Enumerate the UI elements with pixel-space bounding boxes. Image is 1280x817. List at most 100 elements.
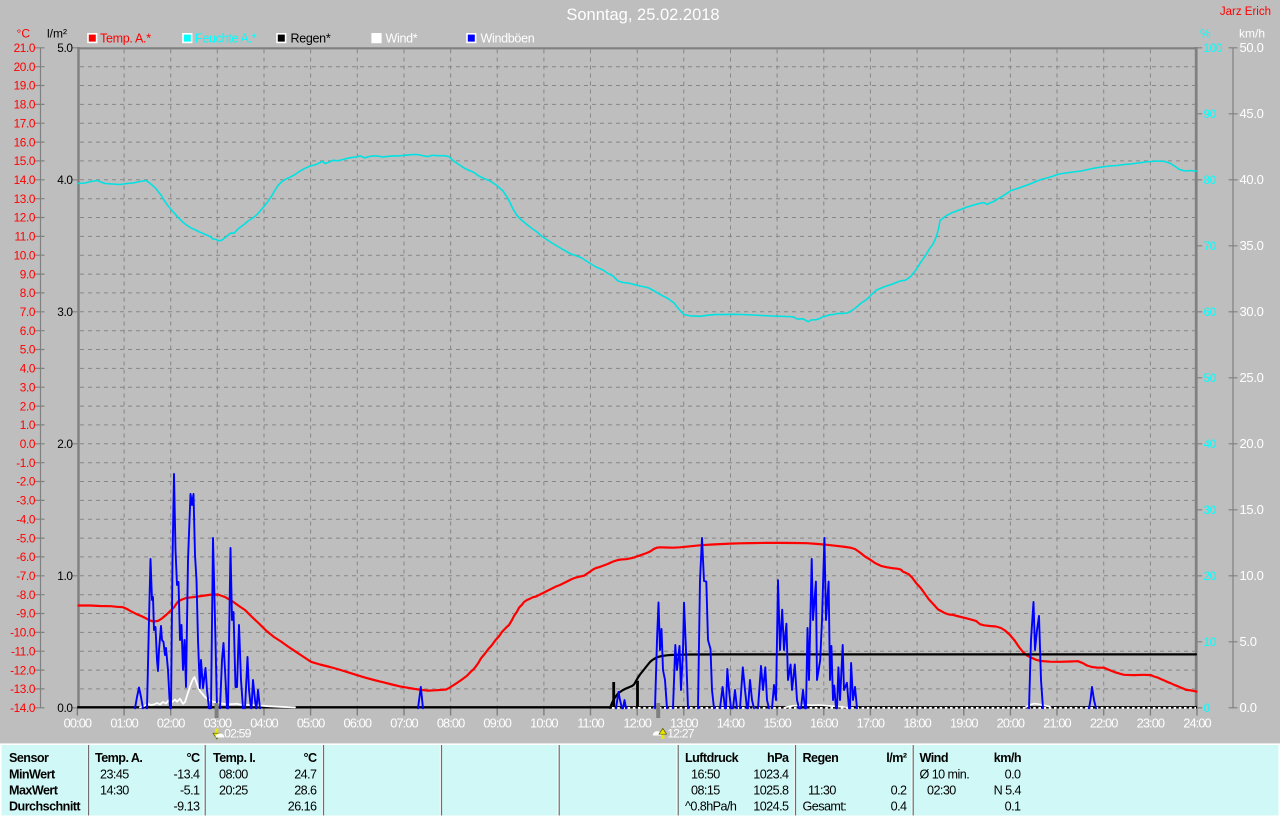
- svg-text:8.0: 8.0: [20, 286, 36, 300]
- svg-text:1024.5: 1024.5: [753, 799, 789, 813]
- svg-text:28.6: 28.6: [294, 783, 317, 797]
- svg-text:4.0: 4.0: [20, 362, 36, 376]
- svg-text:0.1: 0.1: [1005, 799, 1021, 813]
- svg-text:45.0: 45.0: [1240, 106, 1264, 121]
- svg-text:-1.0: -1.0: [16, 456, 36, 470]
- svg-text:^0.8hPa/h: ^0.8hPa/h: [685, 799, 737, 813]
- svg-text:08:15: 08:15: [691, 783, 720, 797]
- svg-text:-14.0: -14.0: [10, 701, 36, 715]
- svg-text:-6.0: -6.0: [16, 550, 36, 564]
- svg-text:l/m²: l/m²: [47, 27, 67, 41]
- svg-text:-9.13: -9.13: [174, 799, 201, 813]
- svg-text:60: 60: [1204, 305, 1217, 319]
- svg-text:24.7: 24.7: [294, 767, 317, 781]
- svg-text:-13.0: -13.0: [10, 682, 36, 696]
- svg-text:04:00: 04:00: [250, 716, 278, 731]
- svg-text:02:00: 02:00: [157, 716, 185, 731]
- svg-text:-13.4: -13.4: [174, 767, 201, 781]
- svg-text:-7.0: -7.0: [16, 569, 36, 583]
- svg-text:°C: °C: [303, 751, 316, 765]
- svg-text:05:00: 05:00: [297, 716, 325, 731]
- svg-text:-9.0: -9.0: [16, 607, 36, 621]
- svg-text:l/m²: l/m²: [886, 751, 907, 765]
- svg-text:25.0: 25.0: [1240, 370, 1264, 385]
- svg-text:-12.0: -12.0: [10, 663, 36, 677]
- svg-text:17:00: 17:00: [857, 716, 885, 731]
- svg-text:3.0: 3.0: [57, 305, 73, 319]
- svg-text:40.0: 40.0: [1240, 172, 1264, 187]
- svg-text:23:45: 23:45: [100, 767, 129, 781]
- svg-text:15:00: 15:00: [763, 716, 791, 731]
- svg-text:20.0: 20.0: [1240, 436, 1264, 451]
- svg-text:Regen: Regen: [803, 751, 839, 765]
- svg-text:18.0: 18.0: [14, 98, 36, 112]
- svg-text:100: 100: [1204, 41, 1223, 55]
- svg-text:06:00: 06:00: [344, 716, 372, 731]
- svg-text:Durchschnitt: Durchschnitt: [9, 799, 81, 813]
- svg-text:-4.0: -4.0: [16, 512, 36, 526]
- svg-text:-5.0: -5.0: [16, 531, 36, 545]
- svg-text:Feuchte A.*: Feuchte A.*: [195, 32, 257, 46]
- svg-text:Regen*: Regen*: [291, 32, 331, 46]
- svg-text:30: 30: [1204, 503, 1217, 517]
- svg-text:26.16: 26.16: [288, 799, 317, 813]
- svg-text:13.0: 13.0: [14, 192, 36, 206]
- svg-text:02:59: 02:59: [224, 727, 252, 741]
- svg-text:90: 90: [1204, 107, 1217, 121]
- svg-text:20:25: 20:25: [219, 783, 248, 797]
- svg-text:11.0: 11.0: [15, 230, 36, 244]
- svg-text:24:00: 24:00: [1183, 716, 1211, 731]
- svg-text:16.0: 16.0: [14, 135, 36, 149]
- svg-text:Wind: Wind: [920, 751, 948, 765]
- svg-text:Temp. I.: Temp. I.: [213, 751, 255, 765]
- svg-text:1.0: 1.0: [20, 418, 36, 432]
- svg-text:50.0: 50.0: [1240, 40, 1264, 55]
- svg-text:15.0: 15.0: [14, 154, 36, 168]
- svg-text:0.0: 0.0: [20, 437, 36, 451]
- svg-text:9.0: 9.0: [20, 267, 36, 281]
- svg-text:15.0: 15.0: [1240, 502, 1264, 517]
- svg-text:-2.0: -2.0: [16, 475, 36, 489]
- svg-text:30.0: 30.0: [1240, 304, 1264, 319]
- svg-text:MaxWert: MaxWert: [9, 783, 59, 797]
- svg-text:18:00: 18:00: [903, 716, 931, 731]
- svg-text:4.0: 4.0: [57, 173, 73, 187]
- svg-text:10: 10: [1204, 635, 1217, 649]
- svg-text:-8.0: -8.0: [16, 588, 36, 602]
- svg-text:°C: °C: [17, 27, 31, 41]
- svg-text:01:00: 01:00: [110, 716, 138, 731]
- svg-text:hPa: hPa: [767, 751, 790, 765]
- svg-text:-3.0: -3.0: [16, 494, 36, 508]
- svg-text:80: 80: [1204, 173, 1217, 187]
- svg-text:2.0: 2.0: [57, 437, 73, 451]
- svg-text:08:00: 08:00: [437, 716, 465, 731]
- svg-text:%: %: [1200, 27, 1211, 41]
- svg-text:-11.0: -11.0: [11, 644, 36, 658]
- svg-text:Windböen: Windböen: [481, 32, 535, 46]
- svg-text:12:00: 12:00: [623, 716, 651, 731]
- svg-text:5.0: 5.0: [57, 41, 73, 55]
- svg-text:14.0: 14.0: [14, 173, 36, 187]
- svg-text:0.4: 0.4: [891, 799, 907, 813]
- svg-text:09:00: 09:00: [483, 716, 511, 731]
- svg-text:11:30: 11:30: [808, 783, 836, 797]
- svg-text:km/h: km/h: [1239, 27, 1265, 41]
- svg-text:0.2: 0.2: [891, 783, 907, 797]
- svg-text:Sonntag, 25.02.2018: Sonntag, 25.02.2018: [566, 6, 719, 24]
- svg-text:10:00: 10:00: [530, 716, 558, 731]
- svg-text:Gesamt:: Gesamt:: [803, 799, 847, 813]
- svg-text:0.0: 0.0: [57, 701, 73, 715]
- svg-text:0.0: 0.0: [1005, 767, 1021, 781]
- svg-text:Sensor: Sensor: [9, 751, 49, 765]
- svg-text:N 5.4: N 5.4: [994, 783, 1022, 797]
- svg-text:3.0: 3.0: [20, 380, 36, 394]
- svg-text:70: 70: [1204, 239, 1217, 253]
- svg-text:50: 50: [1204, 371, 1217, 385]
- svg-text:1023.4: 1023.4: [753, 767, 789, 781]
- svg-text:-5.1: -5.1: [180, 783, 200, 797]
- svg-text:22:00: 22:00: [1090, 716, 1118, 731]
- svg-text:0.0: 0.0: [1240, 700, 1257, 715]
- svg-text:07:00: 07:00: [390, 716, 418, 731]
- svg-text:20: 20: [1204, 569, 1217, 583]
- svg-text:0: 0: [1204, 701, 1211, 715]
